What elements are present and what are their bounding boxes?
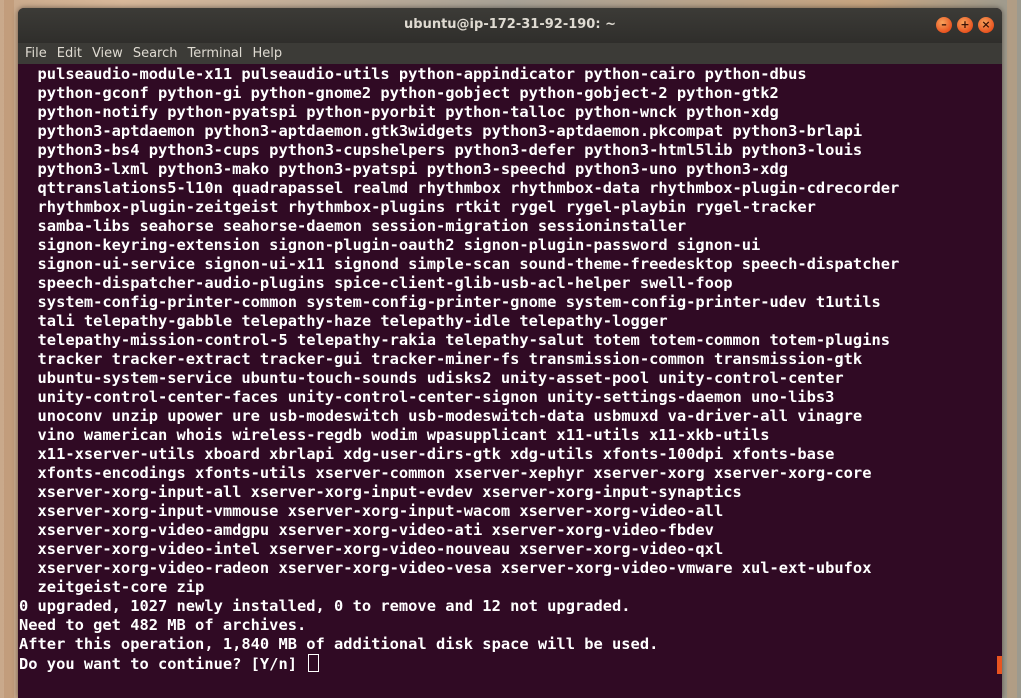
terminal-line: tali telepathy-gabble telepathy-haze tel…: [19, 312, 668, 330]
terminal-line: signon-keyring-extension signon-plugin-o…: [19, 236, 761, 254]
block-cursor-icon: [308, 654, 320, 672]
terminal-output[interactable]: pulseaudio-module-x11 pulseaudio-utils p…: [18, 64, 1002, 698]
terminal-line: 0 upgraded, 1027 newly installed, 0 to r…: [19, 597, 631, 615]
terminal-line: telepathy-mission-control-5 telepathy-ra…: [19, 331, 890, 349]
terminal-line: system-config-printer-common system-conf…: [19, 293, 881, 311]
menu-bar: File Edit View Search Terminal Help: [18, 43, 1002, 64]
terminal-line: xserver-xorg-input-vmmouse xserver-xorg-…: [19, 502, 724, 520]
terminal-line: pulseaudio-module-x11 pulseaudio-utils p…: [19, 65, 807, 83]
terminal-line: xserver-xorg-video-amdgpu xserver-xorg-v…: [19, 521, 714, 539]
terminal-window: ubuntu@ip-172-31-92-190: ~ – + × File Ed…: [18, 8, 1002, 698]
window-controls: – + ×: [936, 17, 994, 33]
terminal-line: qttranslations5-l10n quadrapassel realmd…: [19, 179, 900, 197]
terminal-line: speech-dispatcher-audio-plugins spice-cl…: [19, 274, 733, 292]
menu-help[interactable]: Help: [250, 46, 290, 61]
terminal-line: xserver-xorg-video-radeon xserver-xorg-v…: [19, 559, 872, 577]
terminal-line: python3-bs4 python3-cups python3-cupshel…: [19, 141, 863, 159]
title-bar[interactable]: ubuntu@ip-172-31-92-190: ~ – + ×: [18, 8, 1002, 43]
terminal-line: zeitgeist-core zip: [19, 578, 205, 596]
terminal-line: xserver-xorg-video-intel xserver-xorg-vi…: [19, 540, 724, 558]
window-title: ubuntu@ip-172-31-92-190: ~: [404, 17, 616, 32]
terminal-line: samba-libs seahorse seahorse-daemon sess…: [19, 217, 687, 235]
terminal-line: unoconv unzip upower ure usb-modeswitch …: [19, 407, 863, 425]
prompt-text: Do you want to continue? [Y/n]: [19, 655, 307, 673]
terminal-line: python3-aptdaemon python3-aptdaemon.gtk3…: [19, 122, 863, 140]
terminal-line: tracker tracker-extract tracker-gui trac…: [19, 350, 863, 368]
menu-search[interactable]: Search: [131, 46, 186, 61]
desktop-background-right: [1007, 0, 1017, 698]
minimize-icon[interactable]: –: [936, 17, 952, 33]
terminal-line: Need to get 482 MB of archives.: [19, 616, 307, 634]
terminal-line: x11-xserver-utils xboard xbrlapi xdg-use…: [19, 445, 835, 463]
close-icon[interactable]: ×: [978, 17, 994, 33]
maximize-icon[interactable]: +: [957, 17, 973, 33]
menu-edit[interactable]: Edit: [55, 46, 90, 61]
terminal-line: ubuntu-system-service ubuntu-touch-sound…: [19, 369, 844, 387]
terminal-line: After this operation, 1,840 MB of additi…: [19, 635, 659, 653]
terminal-line: signon-ui-service signon-ui-x11 signond …: [19, 255, 900, 273]
terminal-line: vino wamerican whois wireless-regdb wodi…: [19, 426, 770, 444]
prompt-line: Do you want to continue? [Y/n]: [19, 654, 1002, 673]
menu-file[interactable]: File: [23, 46, 55, 61]
scrollbar-thumb[interactable]: [997, 656, 1002, 674]
terminal-line: unity-control-center-faces unity-control…: [19, 388, 835, 406]
terminal-line: python3-lxml python3-mako python3-pyatsp…: [19, 160, 789, 178]
menu-terminal[interactable]: Terminal: [185, 46, 250, 61]
menu-view[interactable]: View: [90, 46, 131, 61]
terminal-line: python-notify python-pyatspi python-pyor…: [19, 103, 779, 121]
terminal-line: python-gconf python-gi python-gnome2 pyt…: [19, 84, 779, 102]
terminal-line: rhythmbox-plugin-zeitgeist rhythmbox-plu…: [19, 198, 816, 216]
terminal-line: xfonts-encodings xfonts-utils xserver-co…: [19, 464, 872, 482]
desktop-background: [4, 0, 14, 698]
terminal-line: xserver-xorg-input-all xserver-xorg-inpu…: [19, 483, 742, 501]
